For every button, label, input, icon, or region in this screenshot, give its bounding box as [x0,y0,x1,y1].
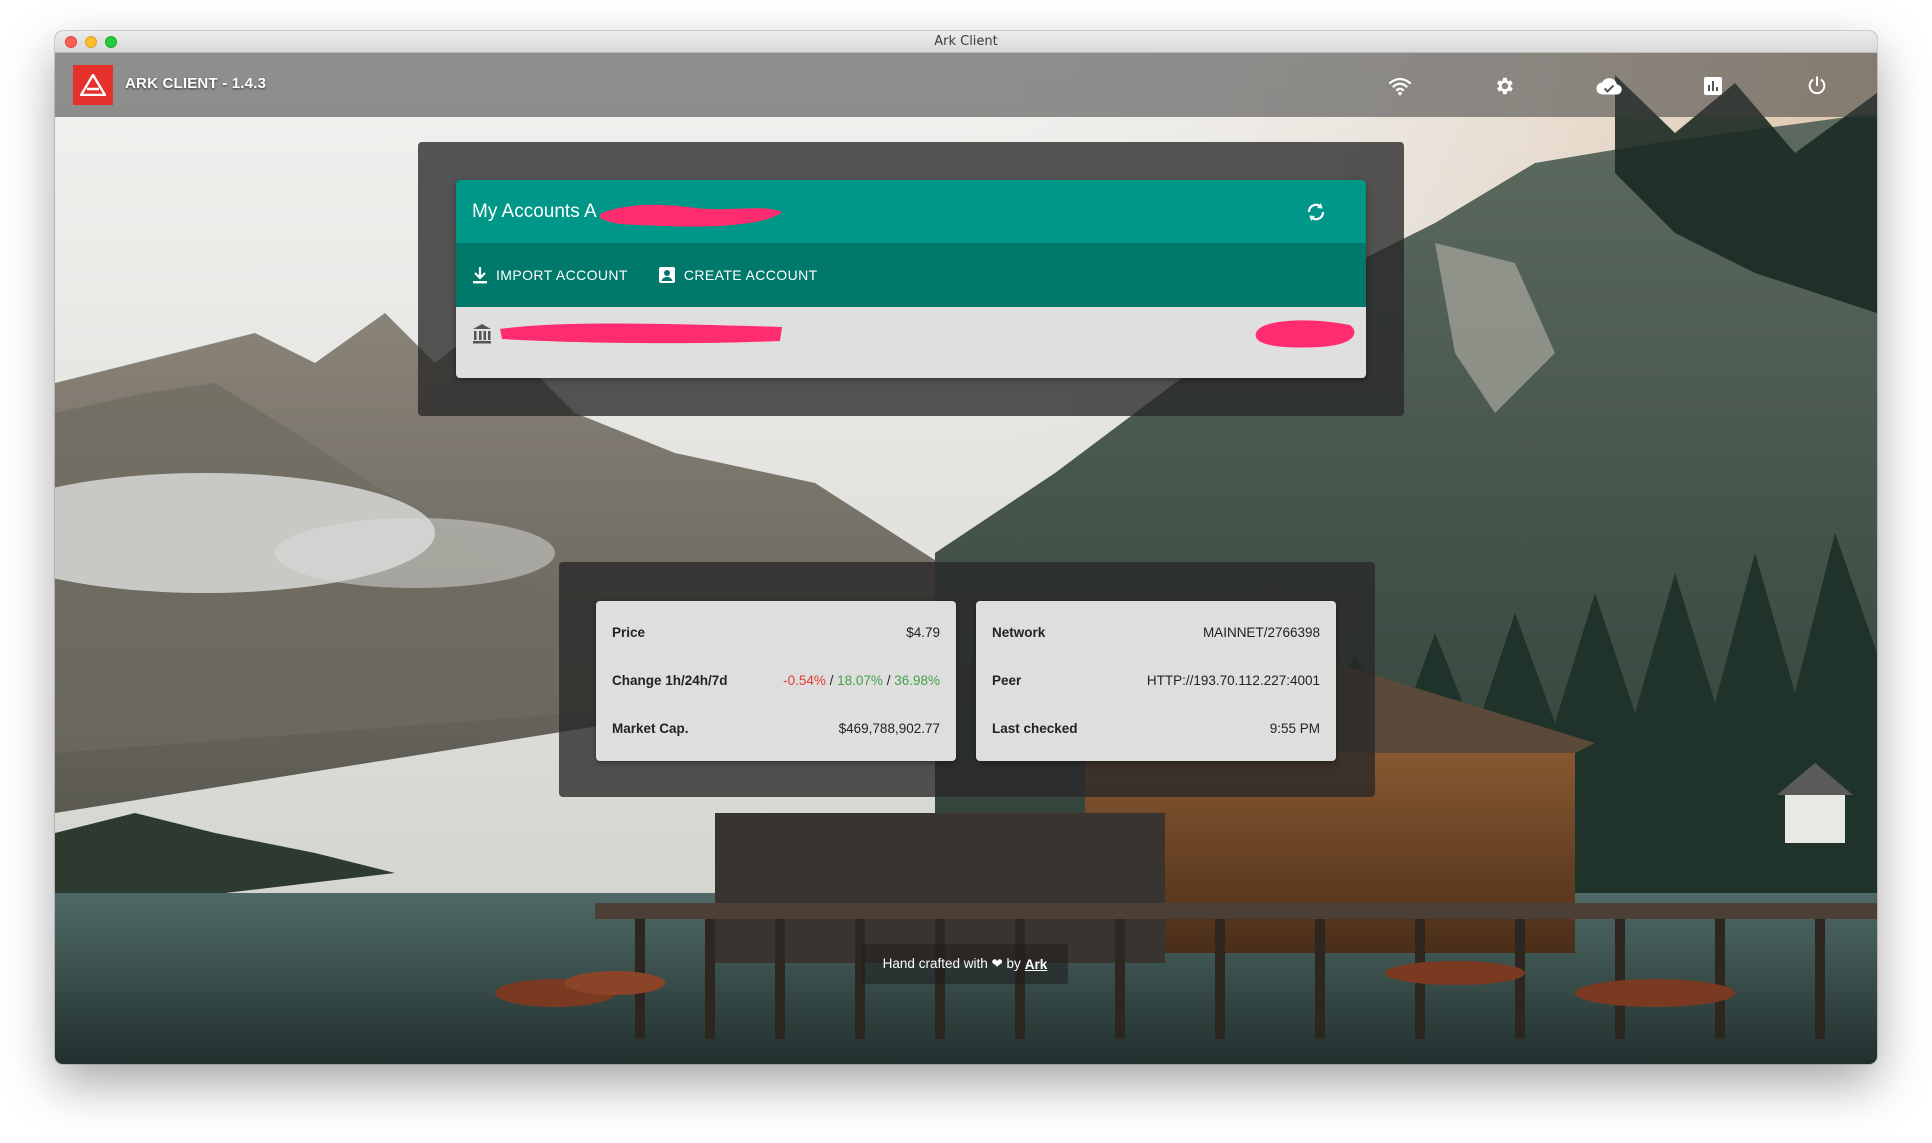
redaction-mark [500,323,782,344]
last-checked-row: Last checked 9:55 PM [992,721,1320,736]
accounts-actions-bar: IMPORT ACCOUNT CREATE ACCOUNT [456,243,1366,307]
change-7d-value: 36.98% [894,673,940,688]
bank-icon [473,324,491,344]
change-row: Change 1h/24h/7d -0.54% / 18.07% / 36.98… [612,673,940,688]
market-info-card: Price $4.79 Change 1h/24h/7d -0.54% / 18… [596,601,956,761]
window-controls [65,36,117,48]
account-box-icon [658,267,675,283]
redaction-mark [1255,320,1355,348]
price-row: Price $4.79 [612,625,940,640]
change-1h-value: -0.54% [783,673,826,688]
accounts-title: My Accounts A [472,200,597,222]
minimize-window-button[interactable] [85,36,97,48]
peer-row: Peer HTTP://193.70.112.227:4001 [992,673,1320,688]
footer-credit: Hand crafted with ❤ by Ark [862,944,1068,984]
import-account-label: IMPORT ACCOUNT [496,267,628,283]
app-toolbar: ARK CLIENT - 1.4.3 [55,53,1877,117]
create-account-label: CREATE ACCOUNT [683,267,818,283]
last-checked-value: 9:55 PM [1269,721,1320,736]
window-title: Ark Client [934,34,998,49]
redaction-mark [600,204,782,227]
account-list-item[interactable] [456,307,1366,378]
change-values: -0.54% / 18.07% / 36.98% [783,673,940,688]
market-cap-row: Market Cap. $469,788,902.77 [612,721,940,736]
settings-icon[interactable] [1491,73,1517,99]
app-name: ARK CLIENT - 1.4.3 [125,75,267,92]
maximize-window-button[interactable] [105,36,117,48]
footer-text: Hand crafted with ❤ by [882,956,1021,971]
peer-value: HTTP://193.70.112.227:4001 [1146,673,1320,688]
close-window-button[interactable] [65,36,77,48]
ark-logo-icon[interactable] [73,65,113,105]
accounts-header: My Accounts A [456,180,1366,243]
my-accounts-card: My Accounts A IMPORT ACCOUNT CREATE ACCO… [456,180,1366,378]
window-titlebar[interactable]: Ark Client [55,31,1877,53]
network-info-card: Network MAINNET/2766398 Peer HTTP://193.… [976,601,1336,761]
market-cap-value: $469,788,902.77 [838,721,940,736]
network-value: MAINNET/2766398 [1202,625,1320,640]
wifi-icon[interactable] [1387,73,1413,99]
cloud-check-icon[interactable] [1596,73,1622,99]
create-account-button[interactable]: CREATE ACCOUNT [658,266,818,284]
ark-link[interactable]: Ark [1025,957,1048,972]
price-value: $4.79 [906,625,940,640]
network-row: Network MAINNET/2766398 [992,625,1320,640]
refresh-icon[interactable] [1304,200,1328,224]
download-icon [473,267,487,284]
import-account-button[interactable]: IMPORT ACCOUNT [472,266,628,284]
power-icon[interactable] [1804,73,1830,99]
change-24h-value: 18.07% [837,673,883,688]
chart-icon[interactable] [1700,73,1726,99]
